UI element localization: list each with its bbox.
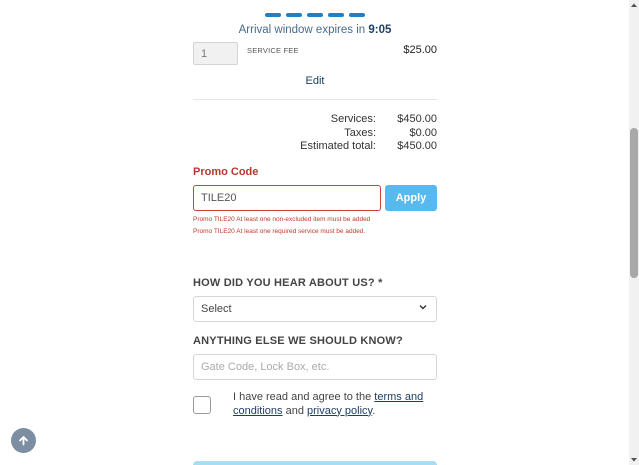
scrollbar-thumb[interactable] [630,128,638,278]
divider [193,99,437,100]
agreement-middle: and [285,404,304,417]
arrow-up-icon [19,436,28,446]
notes-input[interactable] [193,354,437,380]
progress-step [349,13,365,17]
progress-step [265,13,281,17]
select-value: Select [201,303,232,315]
totals-value: $450.00 [397,113,437,125]
line-item-price: $25.00 [403,44,437,56]
scroll-to-top-button[interactable] [11,428,36,453]
apply-promo-button[interactable]: Apply [385,185,437,211]
arrival-timer: 9:05 [368,24,392,36]
promo-error-message: Promo TILE20 At least one non-excluded i… [193,216,371,223]
totals-value: $0.00 [409,126,437,139]
agree-checkbox[interactable] [193,396,211,414]
arrival-text: Arrival window expires in [238,24,366,36]
totals-label: Taxes: [344,126,376,139]
privacy-link[interactable]: privacy policy [307,405,372,417]
totals-row-taxes: Taxes: $0.00 [193,127,437,141]
progress-step [307,13,323,17]
agreement-text: I have read and agree to the terms and c… [233,391,438,418]
line-item-name: SERVICE FEE [247,46,299,55]
anything-else-label: ANYTHING ELSE WE SHOULD KNOW? [193,335,403,347]
quantity-field[interactable]: 1 [193,42,238,65]
totals-row-services: Services: $450.00 [193,113,437,127]
hear-about-label: HOW DID YOU HEAR ABOUT US? * [193,277,383,289]
totals-summary: Services: $450.00 Taxes: $0.00 Estimated… [193,113,437,154]
arrival-window-notice: Arrival window expires in 9:05 [193,24,437,36]
progress-step [328,13,344,17]
agreement-suffix: . [372,404,376,417]
vertical-scrollbar[interactable] [629,0,639,465]
scroll-up-arrow-icon[interactable] [630,2,638,8]
agreement-prefix: I have read and agree to the [233,391,372,403]
promo-code-input[interactable] [193,185,381,211]
progress-indicator [265,13,365,17]
scroll-down-arrow-icon[interactable] [630,457,638,463]
submit-button[interactable] [193,461,437,465]
progress-step [286,13,302,17]
promo-code-title: Promo Code [193,166,259,178]
edit-link[interactable]: Edit [193,75,437,87]
totals-value: $450.00 [397,140,437,152]
totals-label: Estimated total: [300,140,376,152]
totals-row-estimated: Estimated total: $450.00 [193,140,437,154]
totals-label: Services: [330,113,376,125]
chevron-down-icon [419,305,427,310]
booking-page: Arrival window expires in 9:05 1 SERVICE… [0,0,639,465]
promo-error-message: Promo TILE20 At least one required servi… [193,228,366,235]
hear-about-select[interactable]: Select [193,296,437,322]
